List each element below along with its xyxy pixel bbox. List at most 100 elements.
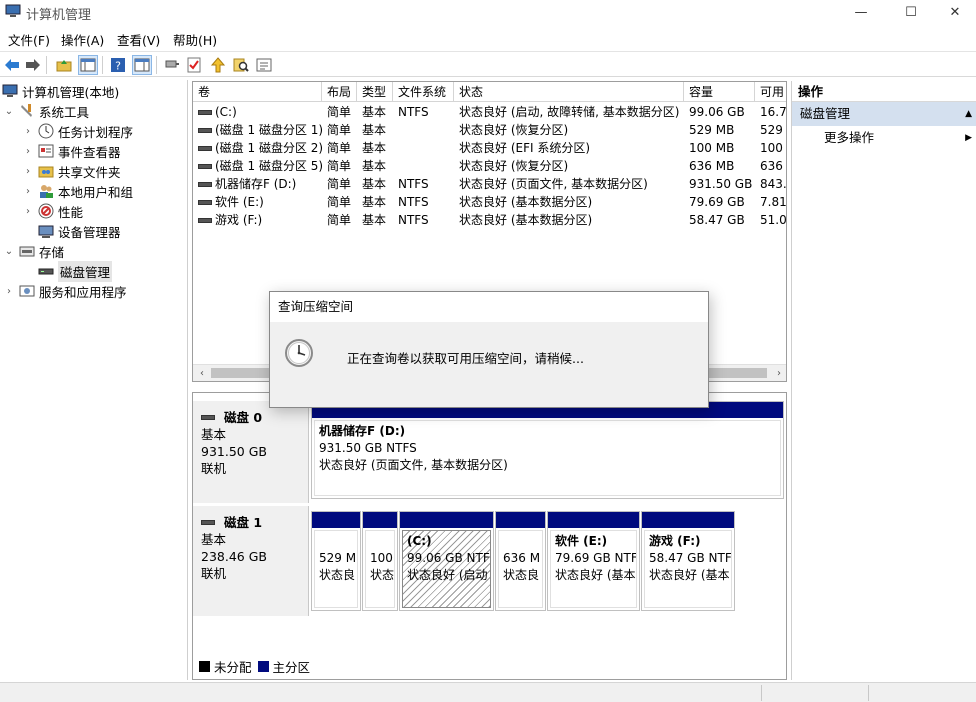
storage-icon	[19, 243, 35, 259]
cell-capacity: 529 MB	[689, 123, 735, 137]
cell-type: 基本	[362, 123, 387, 137]
column-header-capacity[interactable]: 容量	[684, 82, 755, 102]
cell-free: 16.7	[760, 105, 787, 119]
connect-button[interactable]	[162, 55, 182, 75]
tree-device-manager[interactable]: 设备管理器	[38, 221, 121, 241]
maximize-button[interactable]: ☐	[888, 0, 934, 25]
search-icon	[233, 58, 249, 72]
cell-type: 基本	[362, 105, 387, 119]
disk-0-info[interactable]: 磁盘 0 基本 931.50 GB 联机	[193, 401, 309, 503]
shared-folder-icon	[38, 163, 54, 179]
dialog-message: 正在查询卷以获取可用压缩空间，请稍候...	[347, 351, 584, 366]
show-hide-action-pane-button[interactable]	[132, 55, 152, 75]
chevron-right-icon[interactable]: ›	[22, 166, 34, 177]
menu-help[interactable]: 帮助(H)	[173, 30, 217, 49]
partition-d[interactable]: 机器储存F (D:) 931.50 GB NTFS 状态良好 (页面文件, 基本…	[311, 401, 784, 499]
partition-efi[interactable]: 100 状态	[362, 511, 398, 611]
submenu-arrow-icon: ▶	[965, 133, 972, 143]
column-header-status[interactable]: 状态	[454, 82, 684, 102]
menu-bar: 文件(F) 操作(A) 查看(V) 帮助(H)	[0, 27, 976, 49]
console-tree: 计算机管理(本地) ⌄ 系统工具 › 任务计划程序 › 事件查看器 › 共享文件…	[0, 80, 188, 680]
tree-root[interactable]: 计算机管理(本地)	[2, 81, 119, 101]
tree-task-scheduler[interactable]: › 任务计划程序	[22, 121, 133, 141]
properties-button[interactable]	[254, 55, 274, 75]
chevron-right-icon[interactable]: ›	[3, 286, 15, 297]
cell-type: 基本	[362, 213, 387, 227]
unallocated-swatch	[199, 661, 210, 672]
volume-row[interactable]: (磁盘 1 磁盘分区 2) 简单 基本 状态良好 (EFI 系统分区) 100 MB 10…	[193, 139, 786, 157]
menu-file[interactable]: 文件(F)	[8, 30, 50, 49]
actions-section-disk-management[interactable]: 磁盘管理 ▲	[792, 102, 976, 126]
cell-layout: 简单	[327, 123, 352, 137]
tree-event-viewer[interactable]: › 事件查看器	[22, 141, 121, 161]
minimize-button[interactable]: —	[838, 0, 884, 25]
column-header-layout[interactable]: 布局	[322, 82, 357, 102]
check-button[interactable]	[184, 55, 204, 75]
column-header-free[interactable]: 可用	[755, 82, 786, 102]
tree-storage[interactable]: ⌄ 存储	[3, 241, 64, 261]
forward-button[interactable]	[23, 55, 43, 75]
cell-filesystem	[393, 121, 454, 139]
chevron-right-icon[interactable]: ›	[22, 146, 34, 157]
partition-recovery-5[interactable]: 636 M 状态良	[495, 511, 546, 611]
cell-capacity: 99.06 GB	[689, 105, 745, 119]
column-header-volume[interactable]: 卷	[193, 82, 322, 102]
chevron-right-icon[interactable]: ›	[22, 186, 34, 197]
partition-recovery-1[interactable]: 529 M 状态良	[311, 511, 361, 611]
partition-f[interactable]: 游戏 (F:) 58.47 GB NTF 状态良好 (基本	[641, 511, 735, 611]
console-tree-icon	[80, 58, 96, 72]
cell-status: 状态良好 (恢复分区)	[459, 159, 569, 173]
chevron-right-icon[interactable]: ›	[22, 206, 34, 217]
column-header-filesystem[interactable]: 文件系统	[393, 82, 454, 102]
disk-management-icon	[38, 263, 54, 279]
up-folder-button[interactable]	[54, 55, 74, 75]
volume-row[interactable]: 游戏 (F:) 简单 基本 NTFS 状态良好 (基本数据分区) 58.47 GB 51.0	[193, 211, 786, 229]
clock-icon	[285, 339, 313, 367]
search-button[interactable]	[231, 55, 251, 75]
up-arrow-button[interactable]	[208, 55, 228, 75]
scroll-left-icon[interactable]: ‹	[193, 365, 211, 381]
collapse-up-icon[interactable]: ▲	[965, 102, 972, 126]
yellow-up-arrow-icon	[210, 57, 226, 73]
close-button[interactable]: ✕	[932, 0, 976, 25]
partition-e[interactable]: 软件 (E:) 79.69 GB NTF 状态良好 (基本	[547, 511, 640, 611]
help-button[interactable]: ?	[108, 55, 128, 75]
chevron-down-icon[interactable]: ⌄	[3, 246, 15, 257]
tree-shared-folders[interactable]: › 共享文件夹	[22, 161, 121, 181]
tree-performance[interactable]: › 性能	[22, 201, 83, 221]
chevron-down-icon[interactable]: ⌄	[3, 106, 15, 117]
menu-action[interactable]: 操作(A)	[61, 30, 104, 49]
services-icon	[19, 283, 35, 299]
disk-icon	[201, 415, 215, 420]
forward-arrow-icon	[26, 59, 40, 71]
menu-view[interactable]: 查看(V)	[117, 30, 160, 49]
chevron-right-icon[interactable]: ›	[22, 126, 34, 137]
column-header-type[interactable]: 类型	[357, 82, 393, 102]
volume-icon	[198, 218, 212, 223]
tree-system-tools[interactable]: ⌄ 系统工具	[3, 101, 89, 121]
more-actions-item[interactable]: 更多操作 ▶	[792, 126, 976, 150]
scroll-right-icon[interactable]: ›	[770, 365, 786, 381]
toolbar: ?	[0, 51, 976, 77]
tree-local-users[interactable]: › 本地用户和组	[22, 181, 133, 201]
back-button[interactable]	[2, 55, 22, 75]
cell-volume: 机器储存F (D:)	[193, 175, 322, 193]
volume-row[interactable]: (C:) 简单 基本 NTFS 状态良好 (启动, 故障转储, 基本数据分区) 99.06…	[193, 103, 787, 121]
partition-c[interactable]: (C:) 99.06 GB NTF 状态良好 (启动	[399, 511, 494, 611]
cell-free: 100	[760, 141, 783, 155]
query-shrink-dialog: 查询压缩空间 正在查询卷以获取可用压缩空间，请稍候...	[269, 291, 709, 408]
cell-layout: 简单	[327, 159, 352, 173]
volume-row[interactable]: 软件 (E:) 简单 基本 NTFS 状态良好 (基本数据分区) 79.69 GB 7.81	[193, 193, 786, 211]
cell-filesystem: NTFS	[398, 105, 429, 119]
volume-row[interactable]: (磁盘 1 磁盘分区 1) 简单 基本 状态良好 (恢复分区) 529 MB 529	[193, 121, 786, 139]
disk-1-info[interactable]: 磁盘 1 基本 238.46 GB 联机	[193, 506, 309, 616]
volume-row[interactable]: (磁盘 1 磁盘分区 5) 简单 基本 状态良好 (恢复分区) 636 MB 636	[193, 157, 786, 175]
tree-disk-management[interactable]: 磁盘管理	[38, 260, 113, 282]
cell-status: 状态良好 (页面文件, 基本数据分区)	[459, 177, 648, 191]
device-manager-icon	[38, 223, 54, 239]
volume-icon	[198, 164, 212, 169]
tools-icon	[19, 103, 35, 119]
volume-row[interactable]: 机器储存F (D:) 简单 基本 NTFS 状态良好 (页面文件, 基本数据分区) 931…	[193, 175, 786, 193]
show-hide-tree-button[interactable]	[78, 55, 98, 75]
tree-services-apps[interactable]: › 服务和应用程序	[3, 281, 127, 301]
